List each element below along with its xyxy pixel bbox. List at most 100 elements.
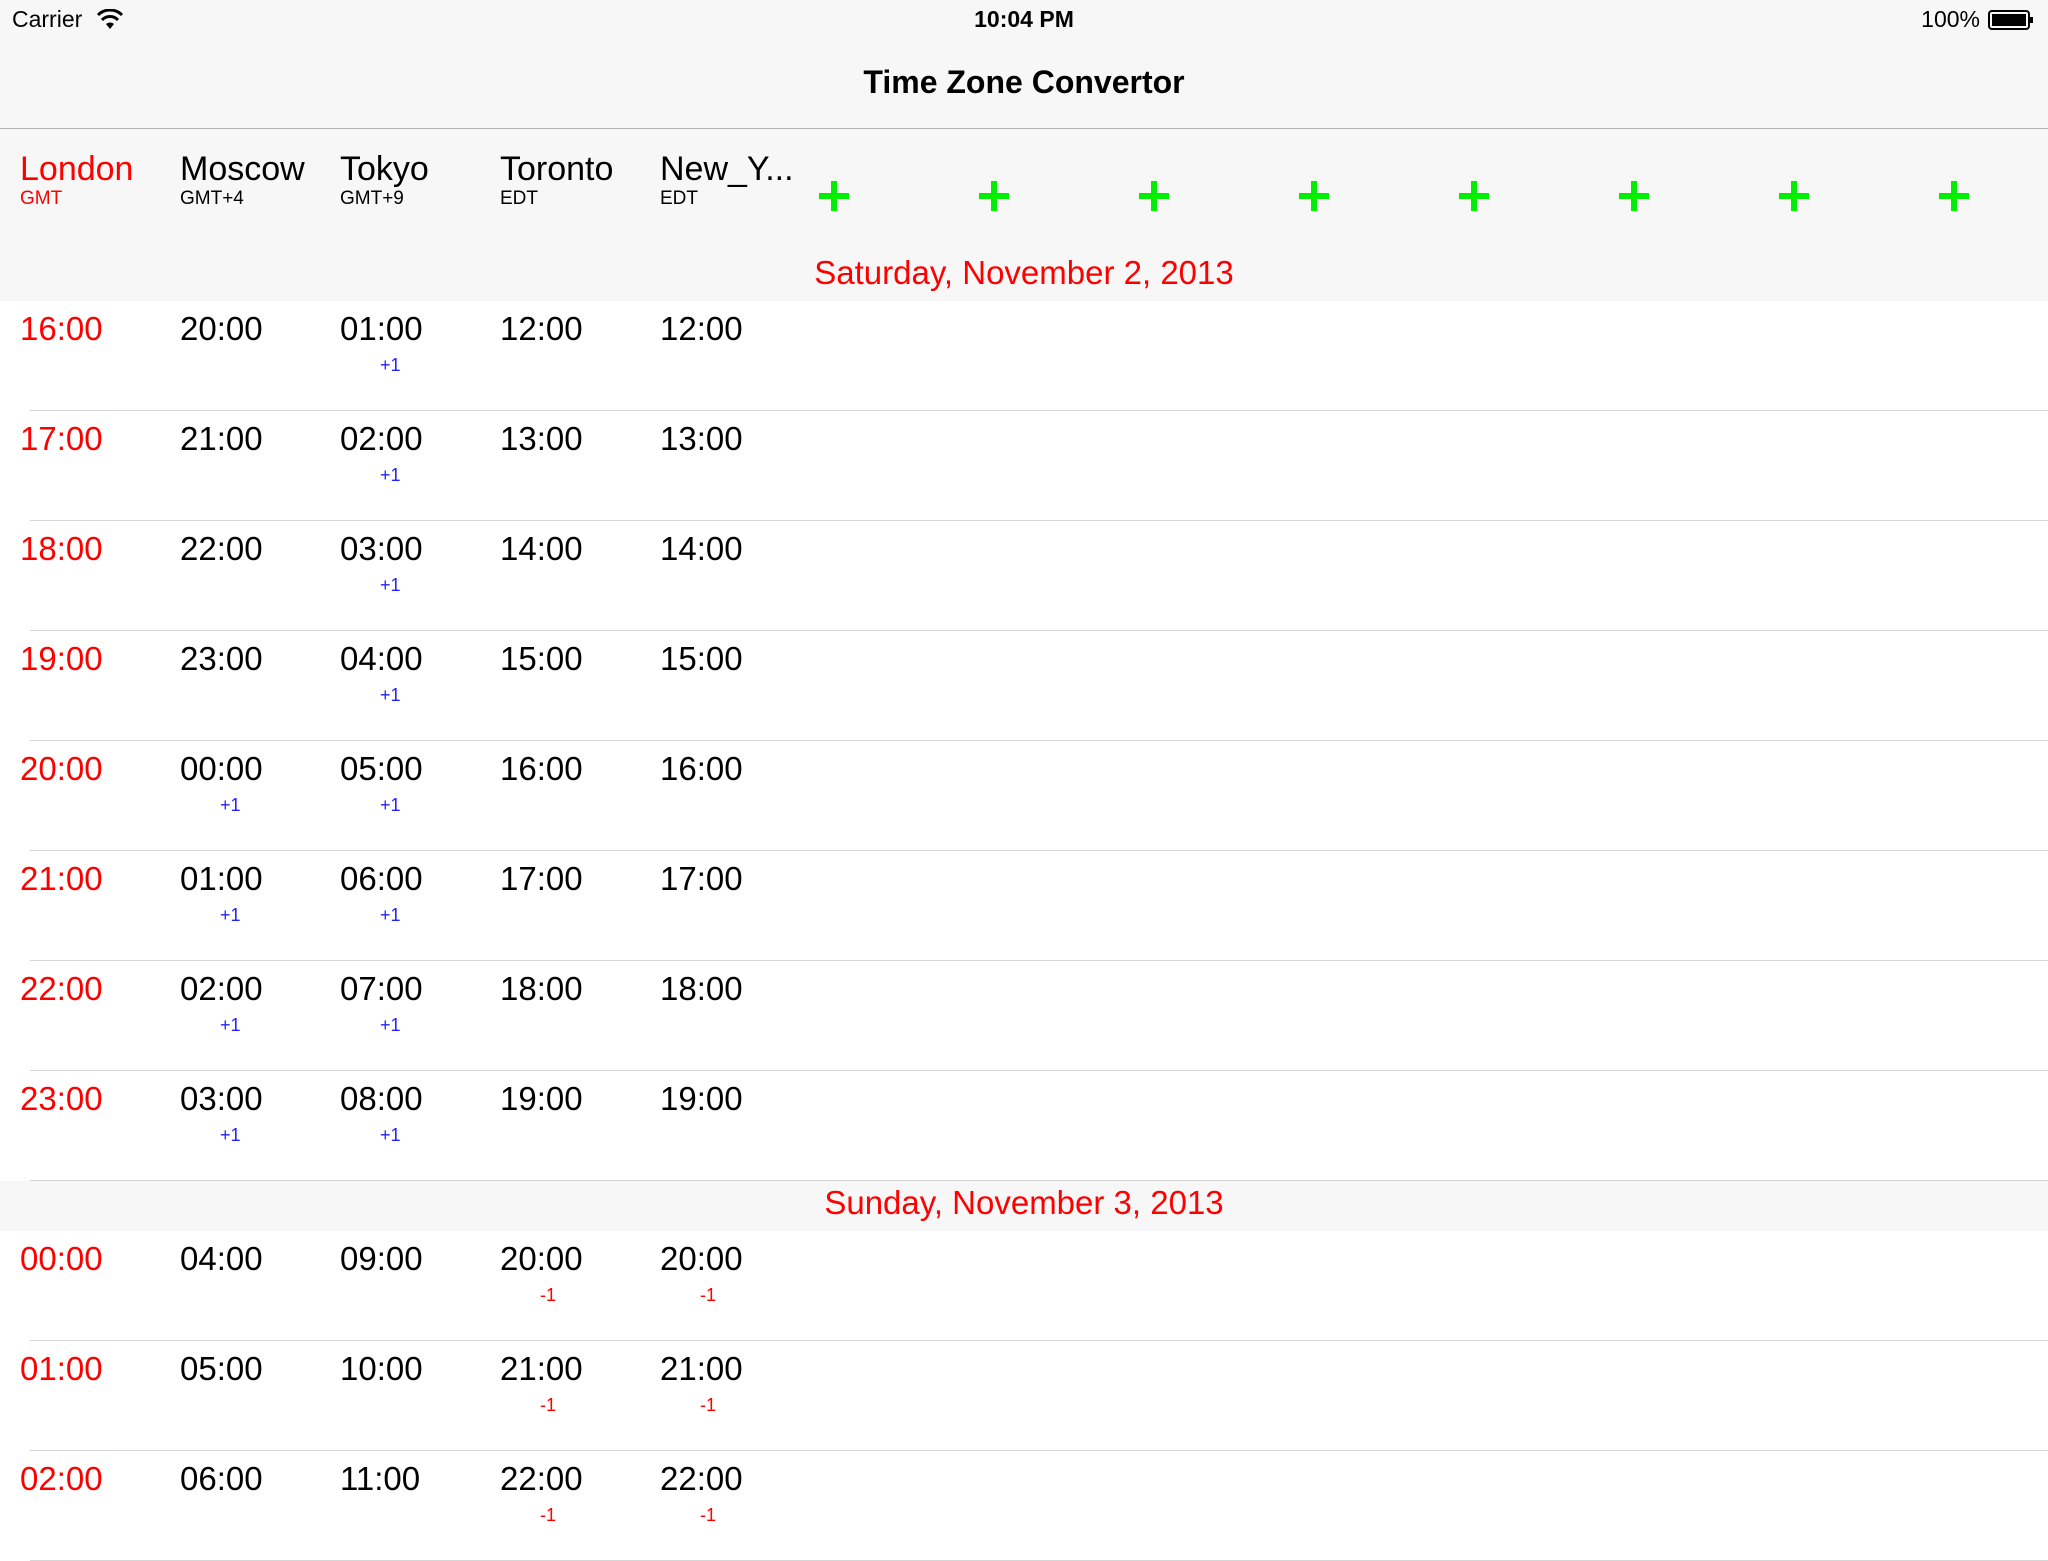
time-value: 16:00: [660, 750, 743, 787]
add-zone-button[interactable]: [1296, 178, 1332, 214]
page-title: Time Zone Convertor: [863, 64, 1185, 100]
time-value: 21:00: [180, 420, 263, 457]
day-offset: -1: [540, 1285, 557, 1305]
time-cell: 17:00: [500, 859, 650, 925]
time-cell: 22:00: [20, 969, 170, 1035]
time-cell: 18:00: [660, 969, 810, 1035]
time-cell: 07:00 +1: [340, 969, 490, 1035]
add-zone-button[interactable]: [1136, 178, 1172, 214]
time-cell: 16:00: [20, 309, 170, 375]
zone-abbreviation: GMT+9: [340, 188, 404, 209]
time-cell: 16:00: [660, 749, 810, 815]
zone-column-moscow[interactable]: Moscow GMT+4: [180, 149, 330, 209]
day-offset: +1: [220, 905, 241, 925]
time-cell: 21:00 -1: [500, 1349, 650, 1415]
time-cell: 20:00: [20, 749, 170, 815]
time-cell: 13:00: [660, 419, 810, 485]
day-offset: -1: [700, 1395, 717, 1415]
time-value: 03:00: [340, 530, 423, 567]
time-value: 17:00: [20, 420, 103, 457]
zone-column-newy[interactable]: New_Y... EDT: [660, 149, 810, 209]
time-cell: 04:00 +1: [340, 639, 490, 705]
zone-column-tokyo[interactable]: Tokyo GMT+9: [340, 149, 490, 209]
day-offset: [660, 1015, 810, 1035]
day-offset: [20, 1015, 170, 1035]
day-offset: [20, 575, 170, 595]
time-cell: 02:00: [20, 1459, 170, 1525]
table-row[interactable]: 02:00 06:00 11:00 22:00 -1 22:00 -1: [0, 1451, 2048, 1561]
time-value: 02:00: [180, 970, 263, 1007]
time-value: 12:00: [660, 310, 743, 347]
day-offset: [180, 575, 330, 595]
time-value: 16:00: [500, 750, 583, 787]
time-cell: 10:00: [340, 1349, 490, 1415]
battery-icon: [1988, 10, 2033, 30]
day-offset: -1: [700, 1285, 717, 1305]
day-offset: [20, 795, 170, 815]
table-row[interactable]: 18:00 22:00 03:00 +1 14:00 14:00: [0, 521, 2048, 631]
zone-column-toronto[interactable]: Toronto EDT: [500, 149, 650, 209]
day-offset: [20, 1285, 170, 1305]
day-offset: +1: [380, 1015, 401, 1035]
time-value: 09:00: [340, 1240, 423, 1277]
zone-name: New_Y...: [660, 150, 794, 188]
day-offset: [500, 355, 650, 375]
table-row[interactable]: 19:00 23:00 04:00 +1 15:00 15:00: [0, 631, 2048, 741]
time-cell: 23:00: [180, 639, 330, 705]
time-value: 17:00: [500, 860, 583, 897]
add-zone-button[interactable]: [816, 178, 852, 214]
add-zone-button[interactable]: [1456, 178, 1492, 214]
day-offset: [500, 795, 650, 815]
time-value: 18:00: [500, 970, 583, 1007]
time-value: 04:00: [180, 1240, 263, 1277]
time-cell: 14:00: [660, 529, 810, 595]
day-offset: [660, 575, 810, 595]
time-cell: 12:00: [500, 309, 650, 375]
time-cell: 16:00: [500, 749, 650, 815]
table-row[interactable]: 23:00 03:00 +1 08:00 +1 19:00 19:00: [0, 1071, 2048, 1181]
add-zone-button[interactable]: [1936, 178, 1972, 214]
day-offset: [660, 905, 810, 925]
table-row[interactable]: 01:00 05:00 10:00 21:00 -1 21:00 -1: [0, 1341, 2048, 1451]
zone-name: Toronto: [500, 150, 614, 188]
navigation-bar: Time Zone Convertor: [0, 40, 2048, 129]
zone-name: Tokyo: [340, 150, 429, 188]
add-zone-button[interactable]: [1616, 178, 1652, 214]
time-value: 19:00: [20, 640, 103, 677]
time-cell: 06:00: [180, 1459, 330, 1525]
day-offset: [500, 685, 650, 705]
time-cell: 04:00: [180, 1239, 330, 1305]
time-value: 00:00: [180, 750, 263, 787]
time-cell: 22:00 -1: [660, 1459, 810, 1525]
time-value: 15:00: [660, 640, 743, 677]
add-zone-button[interactable]: [976, 178, 1012, 214]
table-row[interactable]: 21:00 01:00 +1 06:00 +1 17:00 17:00: [0, 851, 2048, 961]
time-cell: 01:00 +1: [340, 309, 490, 375]
time-value: 01:00: [20, 1350, 103, 1387]
time-cell: 09:00: [340, 1239, 490, 1305]
time-cell: 18:00: [500, 969, 650, 1035]
day-offset: -1: [540, 1395, 557, 1415]
zone-name: London: [20, 150, 134, 188]
table-row[interactable]: 17:00 21:00 02:00 +1 13:00 13:00: [0, 411, 2048, 521]
day-offset: [660, 795, 810, 815]
time-value: 23:00: [20, 1080, 103, 1117]
table-row[interactable]: 16:00 20:00 01:00 +1 12:00 12:00: [0, 301, 2048, 411]
time-cell: 22:00 -1: [500, 1459, 650, 1525]
time-value: 20:00: [500, 1240, 583, 1277]
zone-column-london[interactable]: London GMT: [20, 149, 170, 209]
add-zone-button[interactable]: [1776, 178, 1812, 214]
date-section-header: Saturday, November 2, 2013: [0, 251, 2048, 301]
time-cell: 02:00 +1: [340, 419, 490, 485]
table-row[interactable]: 00:00 04:00 09:00 20:00 -1 20:00 -1: [0, 1231, 2048, 1341]
table-row[interactable]: 22:00 02:00 +1 07:00 +1 18:00 18:00: [0, 961, 2048, 1071]
time-cell: 20:00 -1: [660, 1239, 810, 1305]
time-cell: 01:00 +1: [180, 859, 330, 925]
time-value: 13:00: [660, 420, 743, 457]
time-value: 14:00: [660, 530, 743, 567]
time-value: 20:00: [660, 1240, 743, 1277]
time-value: 04:00: [340, 640, 423, 677]
day-offset: [20, 465, 170, 485]
day-offset: +1: [220, 1125, 241, 1145]
table-row[interactable]: 20:00 00:00 +1 05:00 +1 16:00 16:00: [0, 741, 2048, 851]
